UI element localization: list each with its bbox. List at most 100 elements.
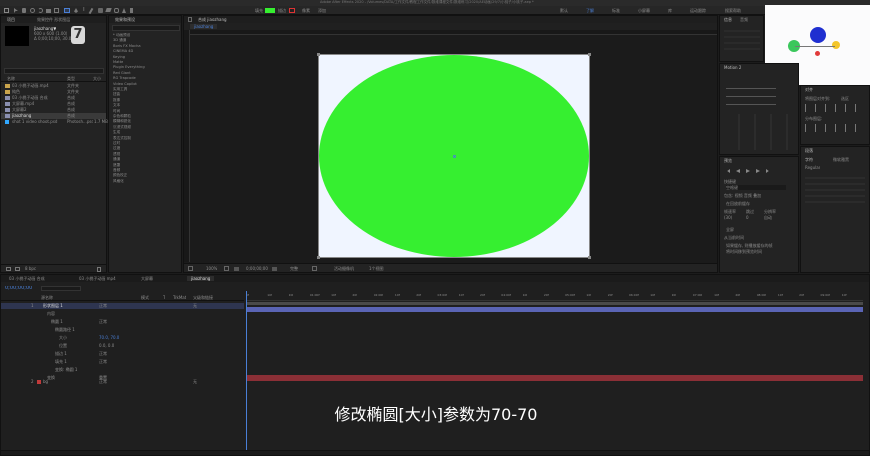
always-preview-icon[interactable] bbox=[188, 266, 193, 271]
tab-comp-3[interactable]: 大屏幕 bbox=[141, 276, 153, 281]
tab-preview[interactable]: 预览 bbox=[724, 158, 732, 163]
shortcut-value[interactable]: 空格键 bbox=[726, 185, 786, 190]
zoom-tool-icon[interactable] bbox=[30, 8, 35, 13]
from-current-time[interactable]: 从当前时间 bbox=[724, 235, 744, 240]
distribute-buttons[interactable] bbox=[805, 124, 865, 132]
col-trkmat[interactable]: TrkMat bbox=[173, 295, 186, 300]
effects-category[interactable]: Red Giant bbox=[113, 71, 131, 76]
layer-name[interactable]: 变换: 椭圆 1 bbox=[55, 367, 77, 372]
pen-tool-icon[interactable] bbox=[74, 8, 78, 13]
layer-row[interactable]: 椭圆路径 1 bbox=[1, 327, 244, 333]
effects-category[interactable]: 音频 bbox=[113, 168, 120, 173]
character-controls[interactable] bbox=[805, 173, 865, 203]
zoom-level[interactable]: 100% bbox=[206, 266, 217, 271]
effects-category[interactable]: * 动画预设 bbox=[113, 33, 130, 38]
motion-slider-3[interactable] bbox=[726, 104, 776, 105]
views-select[interactable]: 1个视图 bbox=[369, 266, 384, 271]
tab-comp-1[interactable]: 03 小桃子动画 合成 bbox=[9, 276, 45, 281]
play-cached-frames[interactable]: 如果缓存, 则播放缓存的帧 bbox=[726, 243, 773, 248]
transform-handle[interactable] bbox=[317, 53, 320, 56]
eraser-tool-icon[interactable] bbox=[105, 8, 112, 12]
motion-buttons-grid[interactable] bbox=[724, 114, 796, 150]
frame-rate-value[interactable]: (30) bbox=[724, 215, 732, 220]
col-t[interactable]: T bbox=[163, 295, 165, 300]
effects-category[interactable]: Keying bbox=[113, 55, 125, 60]
tab-project[interactable]: 项目 bbox=[7, 17, 15, 22]
new-comp-icon[interactable] bbox=[15, 267, 20, 271]
skip-value[interactable]: 0 bbox=[746, 215, 749, 220]
tab-align[interactable]: 对齐 bbox=[805, 87, 813, 92]
effects-category[interactable]: 文本 bbox=[113, 103, 120, 108]
layer-row[interactable]: 大小 70.0, 70.0 bbox=[1, 335, 244, 341]
effects-category[interactable]: RG Trapcode bbox=[113, 76, 136, 81]
tab-motion[interactable]: Motion 2 bbox=[724, 65, 741, 70]
time-ruler[interactable]: 0f 10f 20f 01:00f 10f 20f 02:00f 10f 20f 03:00f 10… bbox=[246, 291, 863, 301]
layer-mode[interactable]: 0.0, 0.0 bbox=[99, 343, 114, 348]
effects-category[interactable]: 风格化 bbox=[113, 179, 124, 184]
transform-handle[interactable] bbox=[317, 256, 320, 259]
align-buttons[interactable] bbox=[805, 104, 865, 112]
effects-category[interactable]: 颜色校正 bbox=[113, 173, 127, 178]
layer-name[interactable]: 形状图层 1 bbox=[43, 303, 63, 308]
motion-slider-1[interactable] bbox=[726, 88, 776, 89]
effects-category[interactable]: 实用工具 bbox=[113, 87, 127, 92]
layer-mode[interactable]: 正常 bbox=[99, 379, 107, 384]
effects-category[interactable]: 时间 bbox=[113, 109, 120, 114]
anchor-point-icon[interactable] bbox=[453, 155, 456, 158]
font-family-select[interactable]: 微软雅黑 bbox=[833, 157, 849, 162]
col-name[interactable]: 名称 bbox=[7, 76, 15, 81]
cache-before-playback[interactable]: 在回放前缓存 bbox=[726, 201, 750, 206]
effects-category[interactable]: 表达式控制 bbox=[113, 136, 131, 141]
effects-category[interactable]: CINEMA 4D bbox=[113, 49, 133, 54]
tab-info[interactable]: 信息 bbox=[724, 17, 732, 22]
col-parent[interactable]: 父级和链接 bbox=[193, 295, 213, 300]
effects-category[interactable]: 透视 bbox=[113, 152, 120, 157]
next-frame-icon[interactable] bbox=[756, 169, 760, 173]
font-style-select[interactable]: Regular bbox=[805, 165, 820, 170]
resolution-select[interactable]: 完整 bbox=[290, 266, 298, 271]
puppet-tool-icon[interactable] bbox=[122, 8, 126, 13]
layer-parent[interactable]: 无 bbox=[193, 303, 197, 308]
effects-category[interactable]: Video Copilot bbox=[113, 82, 137, 87]
rotate-tool-icon[interactable] bbox=[38, 8, 43, 13]
layer-row[interactable]: 位置 0.0, 0.0 bbox=[1, 343, 244, 349]
current-time-indicator[interactable] bbox=[246, 291, 247, 451]
effects-category[interactable]: Matte bbox=[113, 60, 123, 65]
layer-name[interactable]: 位置 bbox=[59, 343, 67, 348]
layer-name[interactable]: 椭圆 1 bbox=[51, 319, 63, 324]
layer-row[interactable]: 椭圆 1 正常 bbox=[1, 319, 244, 325]
effects-category[interactable]: 沉浸式视频 bbox=[113, 125, 131, 130]
prev-frame-icon[interactable] bbox=[736, 169, 740, 173]
workspace-standard[interactable]: 标准 bbox=[612, 8, 620, 13]
layer-name[interactable]: 大小 bbox=[59, 335, 67, 340]
clone-tool-icon[interactable] bbox=[98, 8, 103, 13]
tab-comp-2[interactable]: 03 小桃子动画 mp4 bbox=[79, 276, 116, 281]
effects-category[interactable]: 过渡 bbox=[113, 146, 120, 151]
col-source-name[interactable]: 源名称 bbox=[41, 295, 53, 300]
trash-icon[interactable] bbox=[97, 267, 101, 272]
col-mode[interactable]: 模式 bbox=[141, 295, 149, 300]
fit-icon[interactable] bbox=[224, 266, 229, 271]
effects-category[interactable]: 3D 通道 bbox=[113, 38, 126, 43]
tab-effects-presets[interactable]: 效果和预设 bbox=[115, 17, 135, 22]
text-tool-icon[interactable]: T bbox=[82, 7, 86, 12]
align-target[interactable]: 选区 bbox=[841, 96, 849, 101]
fullscreen-option[interactable]: 全屏 bbox=[726, 227, 734, 232]
roi-icon[interactable] bbox=[312, 266, 317, 271]
tab-character[interactable]: 字符 bbox=[805, 157, 813, 162]
timeline-timecode[interactable]: 0;00;00;00 bbox=[5, 286, 32, 291]
stroke-color-swatch[interactable] bbox=[289, 8, 295, 13]
brush-tool-icon[interactable] bbox=[88, 7, 94, 15]
viewer-timecode[interactable]: 0;00;00;00 bbox=[246, 266, 268, 271]
layer-row[interactable]: 填充 1 正常 bbox=[1, 359, 244, 365]
layer-color-swatch[interactable] bbox=[37, 380, 41, 384]
shape-layer-bar[interactable] bbox=[247, 307, 863, 312]
layer-name[interactable]: bg bbox=[43, 379, 48, 384]
bpc-label[interactable]: 8 bpc bbox=[25, 266, 36, 271]
hand-tool-icon[interactable] bbox=[22, 8, 26, 13]
layer-mode[interactable]: 正常 bbox=[99, 319, 107, 324]
pan-behind-icon[interactable] bbox=[54, 8, 59, 13]
camera-icon[interactable] bbox=[272, 267, 277, 271]
motion-slider-2[interactable] bbox=[726, 96, 776, 97]
roto-tool-icon[interactable] bbox=[114, 8, 119, 13]
